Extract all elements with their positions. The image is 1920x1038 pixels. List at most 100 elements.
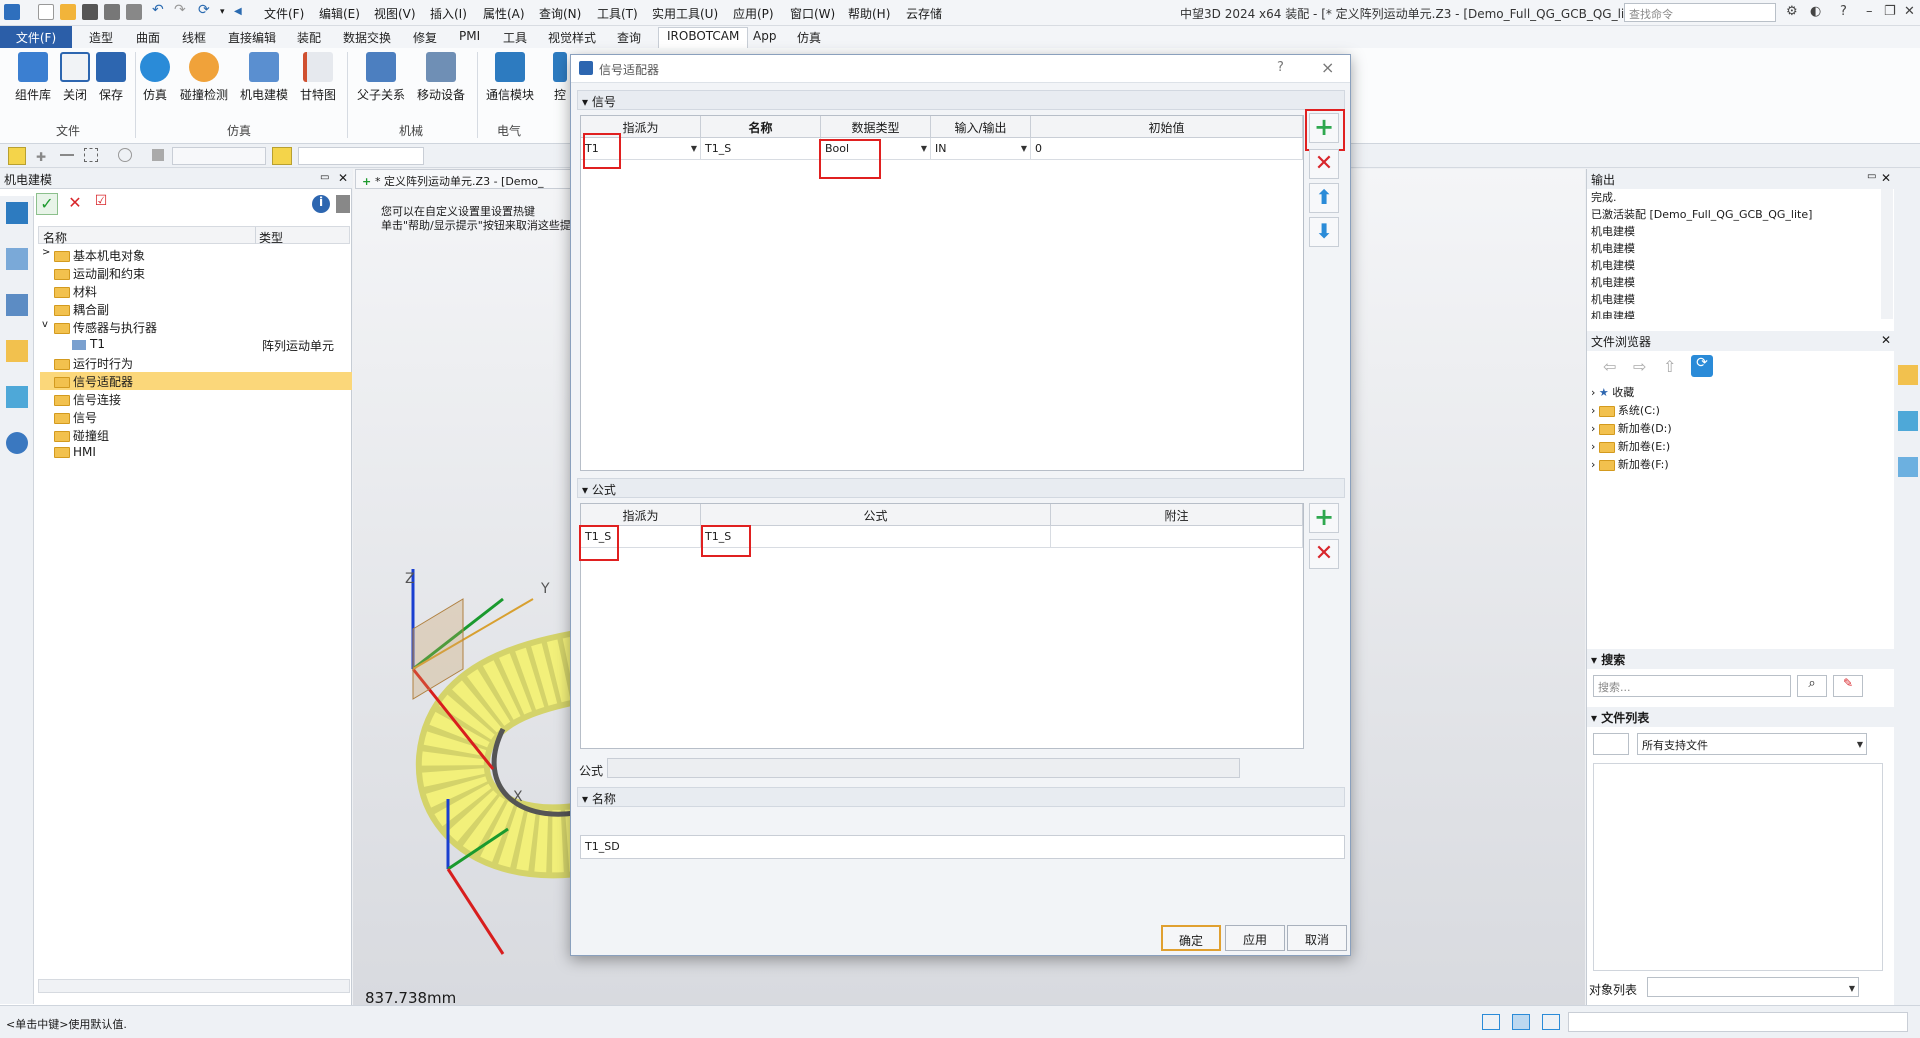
chevron-right-icon[interactable]: ›: [1591, 386, 1599, 399]
tree-item[interactable]: 运行时行为: [40, 354, 352, 372]
filter-icon[interactable]: [152, 149, 164, 161]
menu-help[interactable]: 帮助(H): [848, 5, 890, 22]
menu-insert[interactable]: 插入(I): [430, 5, 467, 22]
panel-menu-icon[interactable]: [336, 195, 350, 213]
tree-item[interactable]: 信号: [40, 408, 352, 426]
new-file-icon[interactable]: [38, 4, 54, 20]
signal-initial-cell[interactable]: 0: [1031, 138, 1303, 160]
print-icon[interactable]: [104, 4, 120, 20]
undo-icon[interactable]: ↶: [152, 2, 168, 18]
tab-irobotcam[interactable]: IROBOTCAM: [658, 27, 749, 48]
file-search-input[interactable]: 搜索...: [1593, 675, 1791, 697]
move-down-button[interactable]: ⬇: [1309, 217, 1339, 247]
tree-expander-icon[interactable]: >: [42, 247, 50, 258]
pin-icon[interactable]: ▭: [320, 172, 329, 183]
gantt-chart-button[interactable]: 甘特图: [298, 52, 338, 103]
name-input[interactable]: T1_SD: [580, 835, 1345, 859]
delete-formula-button[interactable]: ✕: [1309, 539, 1339, 569]
chevron-right-icon[interactable]: ›: [1591, 404, 1599, 417]
tree-item[interactable]: 材料: [40, 282, 352, 300]
simulate-button[interactable]: 仿真: [140, 52, 170, 103]
info-icon[interactable]: i: [312, 195, 330, 213]
browser-item[interactable]: › 系统(C:): [1591, 402, 1660, 418]
menu-window[interactable]: 窗口(W): [790, 5, 835, 22]
collision-check-button[interactable]: 碰撞检测: [178, 52, 230, 103]
tab-modeling[interactable]: 造型: [89, 29, 113, 46]
tree-item[interactable]: 碰撞组: [40, 426, 352, 444]
formula-section-header[interactable]: ▾ 公式: [577, 478, 1345, 498]
pin-icon[interactable]: ▭: [1867, 171, 1876, 182]
tree-item[interactable]: HMI: [40, 444, 352, 462]
view-combo[interactable]: [298, 147, 424, 165]
pick-filter-icon[interactable]: ✚: [36, 150, 50, 164]
tree-expander-icon[interactable]: v: [42, 319, 48, 330]
control-button[interactable]: 控: [552, 52, 568, 103]
palette-tab-icon[interactable]: [1898, 411, 1918, 431]
tab-file[interactable]: 文件(F): [0, 26, 72, 48]
back-icon[interactable]: ◀: [234, 6, 250, 22]
tab-surface[interactable]: 曲面: [136, 29, 160, 46]
search-icon[interactable]: ⌕: [1797, 675, 1827, 697]
comm-module-button[interactable]: 通信模块: [483, 52, 537, 103]
output-scrollbar[interactable]: [1881, 189, 1893, 319]
cancel-button[interactable]: 取消: [1287, 925, 1347, 951]
display-icon[interactable]: [1512, 1014, 1530, 1030]
tab-tools[interactable]: 工具: [503, 29, 527, 46]
history-tab-icon[interactable]: [6, 294, 28, 316]
tab-visual-style[interactable]: 视觉样式: [548, 29, 596, 46]
tree-item[interactable]: > 基本机电对象: [40, 246, 352, 264]
signal-section-header[interactable]: ▾ 信号: [577, 90, 1345, 110]
chevron-right-icon[interactable]: ›: [1591, 458, 1599, 471]
tree-item[interactable]: T1 阵列运动单元: [40, 336, 352, 354]
signal-io-select[interactable]: IN ▼: [931, 138, 1031, 160]
view-mode-icon[interactable]: [1593, 733, 1629, 755]
menu-file[interactable]: 文件(F): [264, 5, 304, 22]
view-cube-icon[interactable]: [272, 147, 292, 165]
object-list-select[interactable]: ▼: [1647, 977, 1859, 997]
mechatronics-modeling-button[interactable]: 机电建模: [237, 52, 291, 103]
signal-name-cell[interactable]: T1_S: [701, 138, 821, 160]
tab-direct-edit[interactable]: 直接编辑: [228, 29, 276, 46]
theme-icon[interactable]: ◐: [1810, 4, 1821, 19]
menu-apps[interactable]: 应用(P): [733, 5, 774, 22]
tree-item[interactable]: v 传感器与执行器: [40, 318, 352, 336]
tab-repair[interactable]: 修复: [413, 29, 437, 46]
component-library-button[interactable]: 组件库: [12, 52, 54, 103]
layout-icon[interactable]: [1482, 1014, 1500, 1030]
open-file-icon[interactable]: [60, 4, 76, 20]
menu-tools[interactable]: 工具(T): [597, 5, 638, 22]
browser-item[interactable]: › ★ 收藏: [1591, 384, 1634, 400]
browser-item[interactable]: › 新加卷(D:): [1591, 420, 1672, 436]
nav-up-icon[interactable]: ⇧: [1663, 357, 1676, 376]
tab-wireframe[interactable]: 线框: [182, 29, 206, 46]
filter-combo[interactable]: [172, 147, 266, 165]
menu-edit[interactable]: 编辑(E): [319, 5, 360, 22]
search-header[interactable]: ▾ 搜索: [1587, 649, 1894, 669]
tab-assembly[interactable]: 装配: [297, 29, 321, 46]
refresh-browser-icon[interactable]: ⟳: [1691, 355, 1713, 377]
tree-item[interactable]: 信号适配器: [40, 372, 352, 390]
sphere-icon[interactable]: [118, 148, 132, 162]
ok-check-icon[interactable]: ✓: [36, 193, 58, 215]
dialog-close-button[interactable]: ×: [1321, 58, 1334, 77]
image-tab-icon[interactable]: [6, 386, 28, 408]
nav-forward-icon[interactable]: ⇨: [1633, 357, 1646, 376]
apply-check-icon[interactable]: ☑: [90, 193, 112, 215]
tab-simulation[interactable]: 仿真: [797, 29, 821, 46]
command-search-input[interactable]: 查找命令: [1624, 3, 1776, 22]
user-tab-icon[interactable]: [6, 432, 28, 454]
tab-query[interactable]: 查询: [617, 29, 641, 46]
menu-query[interactable]: 查询(N): [539, 5, 581, 22]
status-input[interactable]: [1568, 1012, 1908, 1032]
chevron-right-icon[interactable]: ›: [1591, 422, 1599, 435]
folder-tab-icon[interactable]: [1898, 365, 1918, 385]
move-device-button[interactable]: 移动设备: [414, 52, 468, 103]
tab-data-exchange[interactable]: 数据交换: [343, 29, 391, 46]
tab-app[interactable]: App: [753, 29, 776, 43]
line-icon[interactable]: [60, 154, 74, 156]
close-button[interactable]: 关闭: [60, 52, 90, 103]
chevron-right-icon[interactable]: ›: [1591, 440, 1599, 453]
menu-utilities[interactable]: 实用工具(U): [652, 5, 718, 22]
file-filter-select[interactable]: 所有支持文件 ▼: [1637, 733, 1867, 755]
nav-back-icon[interactable]: ⇦: [1603, 357, 1616, 376]
